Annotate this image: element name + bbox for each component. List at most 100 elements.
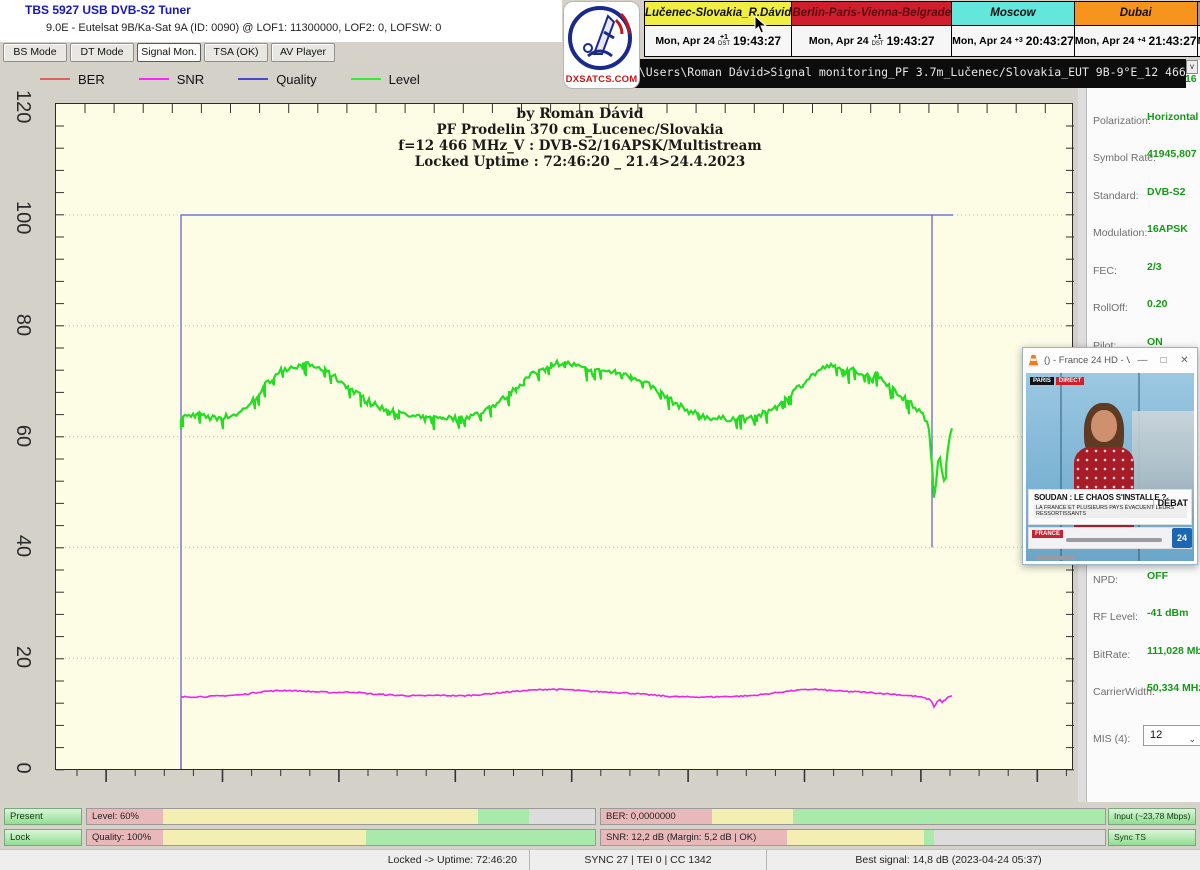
mouse-cursor <box>754 15 768 35</box>
param-label: MIS (4): <box>1093 733 1130 745</box>
param-mis: MIS (4):12⌄ <box>1093 729 1197 747</box>
legend-label: Level <box>389 72 420 87</box>
clock-berlin-paris-vienna-belgrade: Berlin-Paris-Vienna-BelgradeMon, Apr 24+… <box>791 1 952 57</box>
param-label: BitRate: <box>1093 649 1130 661</box>
x-axis-ticks <box>55 770 1073 786</box>
vlc-titlebar[interactable]: () - France 24 HD - V... — □ ✕ <box>1023 348 1197 373</box>
clock-utc-offset: +3 <box>1015 38 1023 44</box>
mis-dropdown[interactable]: 12⌄ <box>1143 725 1200 746</box>
chart-title: by Roman Dávid PF Prodelin 370 cm_Lucene… <box>190 106 970 170</box>
ticker-text-blur <box>1035 556 1075 560</box>
param-value: 50,334 MHz <box>1147 682 1200 694</box>
france24-logo: 24 <box>1172 528 1192 548</box>
legend-line-swatch <box>238 78 268 80</box>
legend-item-snr: SNR <box>139 72 204 87</box>
vlc-video-area[interactable]: PARIS DIRECT SOUDAN : LE CHAOS S'INSTALL… <box>1026 373 1194 561</box>
bar-zone <box>366 830 595 845</box>
y-tick-label-20: 20 <box>10 644 36 670</box>
ticker-text-blur <box>1066 538 1162 542</box>
clock-date: Mon, Apr 24 <box>952 35 1012 47</box>
progress-bar-ber: BER: 0,0000000 <box>600 808 1106 825</box>
terminal-command-line[interactable]: C:\Users\Roman Dávid>Signal monitoring_P… <box>620 59 1186 88</box>
clock-dubai: DubaiMon, Apr 24+421:43:27 <box>1074 1 1198 57</box>
clock-time-row: Mon, Apr 24+320:43:27 <box>952 26 1074 56</box>
chart-title-line2: PF Prodelin 370 cm_Lucenec/Slovakia <box>190 122 970 138</box>
bar-label: Quality: 100% <box>92 832 151 843</box>
bar-zone <box>163 830 366 845</box>
legend-label: BER <box>78 72 105 87</box>
clock-time: 21:43:27 <box>1149 34 1197 48</box>
status-chip-input-23-78-mbps-: Input (~23,78 Mbps) <box>1108 808 1196 825</box>
legend-line-swatch <box>351 78 381 80</box>
param-rflevel: RF Level: -41 dBm <box>1093 607 1197 625</box>
param-value: Horizontal <box>1147 111 1198 123</box>
clock-time-row: Mon, Apr 24+1DST19:43:27 <box>645 26 791 56</box>
param-standard: Standard:DVB-S2 <box>1093 186 1197 204</box>
clock-utc-offset: +1DST <box>872 35 884 47</box>
paris-badge: PARIS <box>1030 377 1054 385</box>
chart-legend: BER SNR Quality Level <box>40 69 420 89</box>
clock-time: 19:43:27 <box>733 34 781 48</box>
bar-label: BER: 0,0000000 <box>606 811 676 822</box>
progress-bar-level: Level: 60% <box>86 808 596 825</box>
param-value: 41945,807 KS/s <box>1147 148 1200 160</box>
vlc-window[interactable]: () - France 24 HD - V... — □ ✕ PARIS DIR… <box>1022 347 1198 565</box>
chart-panel: BER SNR Quality Level by Roman Dávid PF Pro… <box>0 64 1078 803</box>
statusbar-uptime: Locked -> Uptime: 72:46:20 <box>0 850 530 870</box>
bar-zone <box>163 809 478 824</box>
headline-banner: SOUDAN : LE CHAOS S'INSTALLE ? LA FRANCE… <box>1028 489 1192 525</box>
statusbar-sync: SYNC 27 | TEI 0 | CC 1342 <box>530 850 767 870</box>
param-label: Modulation: <box>1093 227 1147 239</box>
y-tick-label-120: 120 <box>10 90 36 116</box>
param-label: RollOff: <box>1093 302 1128 314</box>
bar-zone <box>529 809 595 824</box>
clock-date: Mon, Apr 24 <box>655 35 715 47</box>
param-npd: NPD:OFF <box>1093 570 1197 588</box>
param-value: 2/3 <box>1147 261 1162 273</box>
param-rolloff: RollOff: 0.20 <box>1093 298 1197 316</box>
bar-zone <box>712 809 793 824</box>
param-value: 16APSK <box>1147 223 1188 235</box>
clock-athens: AthensMon, Apr 24+320:43:27 <box>1197 1 1200 57</box>
legend-item-quality: Quality <box>238 72 316 87</box>
status-chip-lock: Lock <box>4 829 82 846</box>
tab-dt-mode[interactable]: DT Mode <box>70 43 134 62</box>
chart-title-line3: f=12 466 MHz_V : DVB-S2/16APSK/Multistre… <box>190 138 970 154</box>
clock-time: 19:43:27 <box>887 34 935 48</box>
param-value: 0.20 <box>1147 298 1167 310</box>
tab-tsa-ok-[interactable]: TSA (OK) <box>204 43 268 62</box>
plot-svg <box>56 104 1074 771</box>
tab-av-player[interactable]: AV Player <box>271 43 335 62</box>
clock-time-row: Mon, Apr 24+1DST19:43:27 <box>792 26 951 56</box>
tab-signal-mon-[interactable]: Signal Mon. <box>137 43 201 62</box>
legend-line-swatch <box>139 78 169 80</box>
logo-text: DXSATCS.COM <box>564 74 639 85</box>
vlc-cone-icon <box>1027 354 1040 367</box>
y-tick-label-40: 40 <box>10 533 36 559</box>
param-label: RF Level: <box>1093 611 1138 623</box>
status-chip-sync-ts: Sync TS <box>1108 829 1196 846</box>
clock-time: 20:43:27 <box>1026 34 1074 48</box>
tab-bs-mode[interactable]: BS Mode <box>3 43 67 62</box>
vlc-minimize-button[interactable]: — <box>1134 355 1151 366</box>
param-label: CarrierWidth: <box>1093 686 1155 698</box>
param-value: DVB-S2 <box>1147 186 1186 198</box>
param-value: -41 dBm <box>1147 607 1188 619</box>
vlc-maximize-button[interactable]: □ <box>1155 355 1172 366</box>
statusbar-best-signal: Best signal: 14,8 dB (2023-04-24 05:37) <box>767 850 1200 870</box>
clock-city-label: Lučenec-Slovakia_R.Dávid <box>645 2 791 26</box>
world-clocks: Lučenec-Slovakia_R.DávidMon, Apr 24+1DST… <box>645 1 1198 57</box>
terminal-scroll-arrow[interactable]: v <box>1186 60 1198 74</box>
legend-line-swatch <box>40 78 70 80</box>
legend-item-ber: BER <box>40 72 105 87</box>
param-carrierwidth: CarrierWidth:50,334 MHz <box>1093 682 1197 700</box>
param-polarization: Polarization:Horizontal <box>1093 111 1197 129</box>
bar-zone <box>793 809 1105 824</box>
bar-label: Level: 60% <box>92 811 139 822</box>
clock-city-label: Moscow <box>952 2 1074 26</box>
broadcast-badges: PARIS DIRECT <box>1030 377 1084 385</box>
clock-date: Mon, Apr 24 <box>1075 35 1135 47</box>
vlc-close-button[interactable]: ✕ <box>1176 355 1193 366</box>
clock-utc-offset: +4 <box>1138 38 1146 44</box>
param-bitrate: BitRate:111,028 Mbit/s <box>1093 645 1197 663</box>
